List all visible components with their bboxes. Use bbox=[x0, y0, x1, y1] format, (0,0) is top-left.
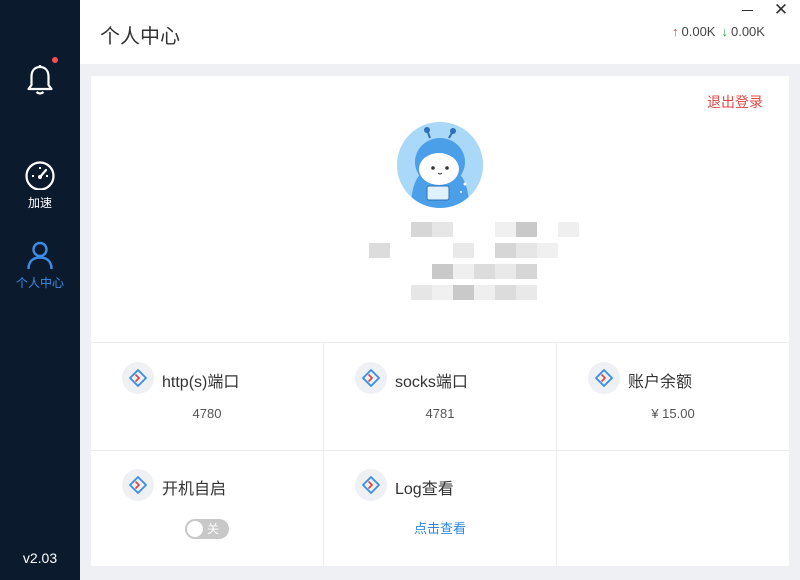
redaction-pixel bbox=[474, 285, 495, 300]
toggle-state-label: 关 bbox=[207, 522, 220, 536]
redaction-pixel bbox=[495, 285, 516, 300]
autostart-cell: 开机自启 关 bbox=[91, 451, 323, 567]
settings-grid: http(s)端口 4780 socks端口 4781 账户余额 ¥ 15.00… bbox=[91, 342, 789, 567]
http-port-label: http(s)端口 bbox=[162, 374, 240, 391]
version-label: v2.03 bbox=[22, 550, 58, 566]
redaction-pixel bbox=[453, 264, 474, 279]
redaction-pixel bbox=[516, 222, 537, 237]
sidebar-item-label: 加速 bbox=[27, 196, 52, 210]
sidebar-item-profile[interactable]: 个人中心 bbox=[0, 240, 80, 291]
socks-port-cell: socks端口 4781 bbox=[324, 343, 556, 450]
redaction-pixel bbox=[495, 264, 516, 279]
redaction-pixel bbox=[516, 243, 537, 258]
http-port-value: 4780 bbox=[192, 406, 222, 421]
header: 个人中心 ✕ ↑ 0.00K ↓ 0.00K bbox=[80, 0, 800, 64]
proxy-icon bbox=[355, 469, 387, 501]
proxy-icon bbox=[122, 362, 154, 394]
sidebar: 加速 个人中心 v2.03 bbox=[0, 0, 80, 580]
redaction-pixel bbox=[474, 264, 495, 279]
redaction-pixel bbox=[411, 222, 432, 237]
upload-speed: 0.00K bbox=[681, 24, 716, 39]
redaction-pixel bbox=[495, 243, 516, 258]
sidebar-item-label: 个人中心 bbox=[15, 276, 64, 290]
redaction-pixel bbox=[453, 243, 474, 258]
page-title: 个人中心 bbox=[100, 26, 180, 48]
redaction-pixel bbox=[411, 285, 432, 300]
redaction-pixel bbox=[369, 243, 390, 258]
redaction-pixel bbox=[432, 264, 453, 279]
balance-value: ¥ 15.00 bbox=[651, 406, 695, 421]
redaction-pixel bbox=[432, 222, 453, 237]
unread-badge bbox=[51, 56, 59, 64]
autostart-toggle[interactable]: 关 bbox=[185, 519, 229, 539]
socks-port-value: 4781 bbox=[425, 406, 455, 421]
socks-port-label: socks端口 bbox=[395, 374, 468, 391]
notifications-button[interactable] bbox=[26, 64, 54, 96]
log-label: Log查看 bbox=[395, 481, 454, 498]
avatar-image bbox=[397, 122, 483, 208]
redaction-pixel bbox=[537, 243, 558, 258]
traffic-indicator: ↑ 0.00K ↓ 0.00K bbox=[672, 24, 765, 39]
close-button[interactable]: ✕ bbox=[772, 0, 790, 20]
balance-cell: 账户余额 ¥ 15.00 bbox=[557, 343, 789, 450]
log-cell: Log查看 点击查看 bbox=[324, 451, 556, 567]
redaction-pixel bbox=[453, 285, 474, 300]
username-redacted bbox=[369, 222, 579, 302]
redaction-pixel bbox=[495, 222, 516, 237]
balance-label: 账户余额 bbox=[628, 374, 693, 391]
speedometer-icon bbox=[25, 161, 55, 190]
empty-cell bbox=[557, 451, 789, 567]
redaction-pixel bbox=[516, 264, 537, 279]
redaction-pixel bbox=[432, 285, 453, 300]
bell-icon bbox=[27, 65, 53, 95]
http-port-cell: http(s)端口 4780 bbox=[91, 343, 323, 450]
toggle-knob bbox=[187, 521, 203, 537]
minimize-button[interactable] bbox=[740, 2, 756, 18]
redaction-pixel bbox=[516, 285, 537, 300]
avatar bbox=[397, 122, 483, 208]
view-log-link[interactable]: 点击查看 bbox=[324, 518, 556, 537]
user-icon bbox=[27, 241, 53, 270]
proxy-icon bbox=[355, 362, 387, 394]
sidebar-item-speed[interactable]: 加速 bbox=[0, 160, 80, 211]
profile-card: 退出登录 http(s)端口 4780 socks端口 4781 账户余额 ¥ … bbox=[91, 76, 789, 567]
redaction-pixel bbox=[558, 222, 579, 237]
download-speed: 0.00K bbox=[730, 24, 765, 39]
proxy-icon bbox=[122, 469, 154, 501]
autostart-label: 开机自启 bbox=[162, 481, 227, 498]
arrow-down-icon: ↓ bbox=[721, 24, 728, 39]
logout-button[interactable]: 退出登录 bbox=[707, 92, 763, 112]
close-icon: ✕ bbox=[773, 0, 789, 19]
proxy-icon bbox=[588, 362, 620, 394]
arrow-up-icon: ↑ bbox=[672, 24, 679, 39]
